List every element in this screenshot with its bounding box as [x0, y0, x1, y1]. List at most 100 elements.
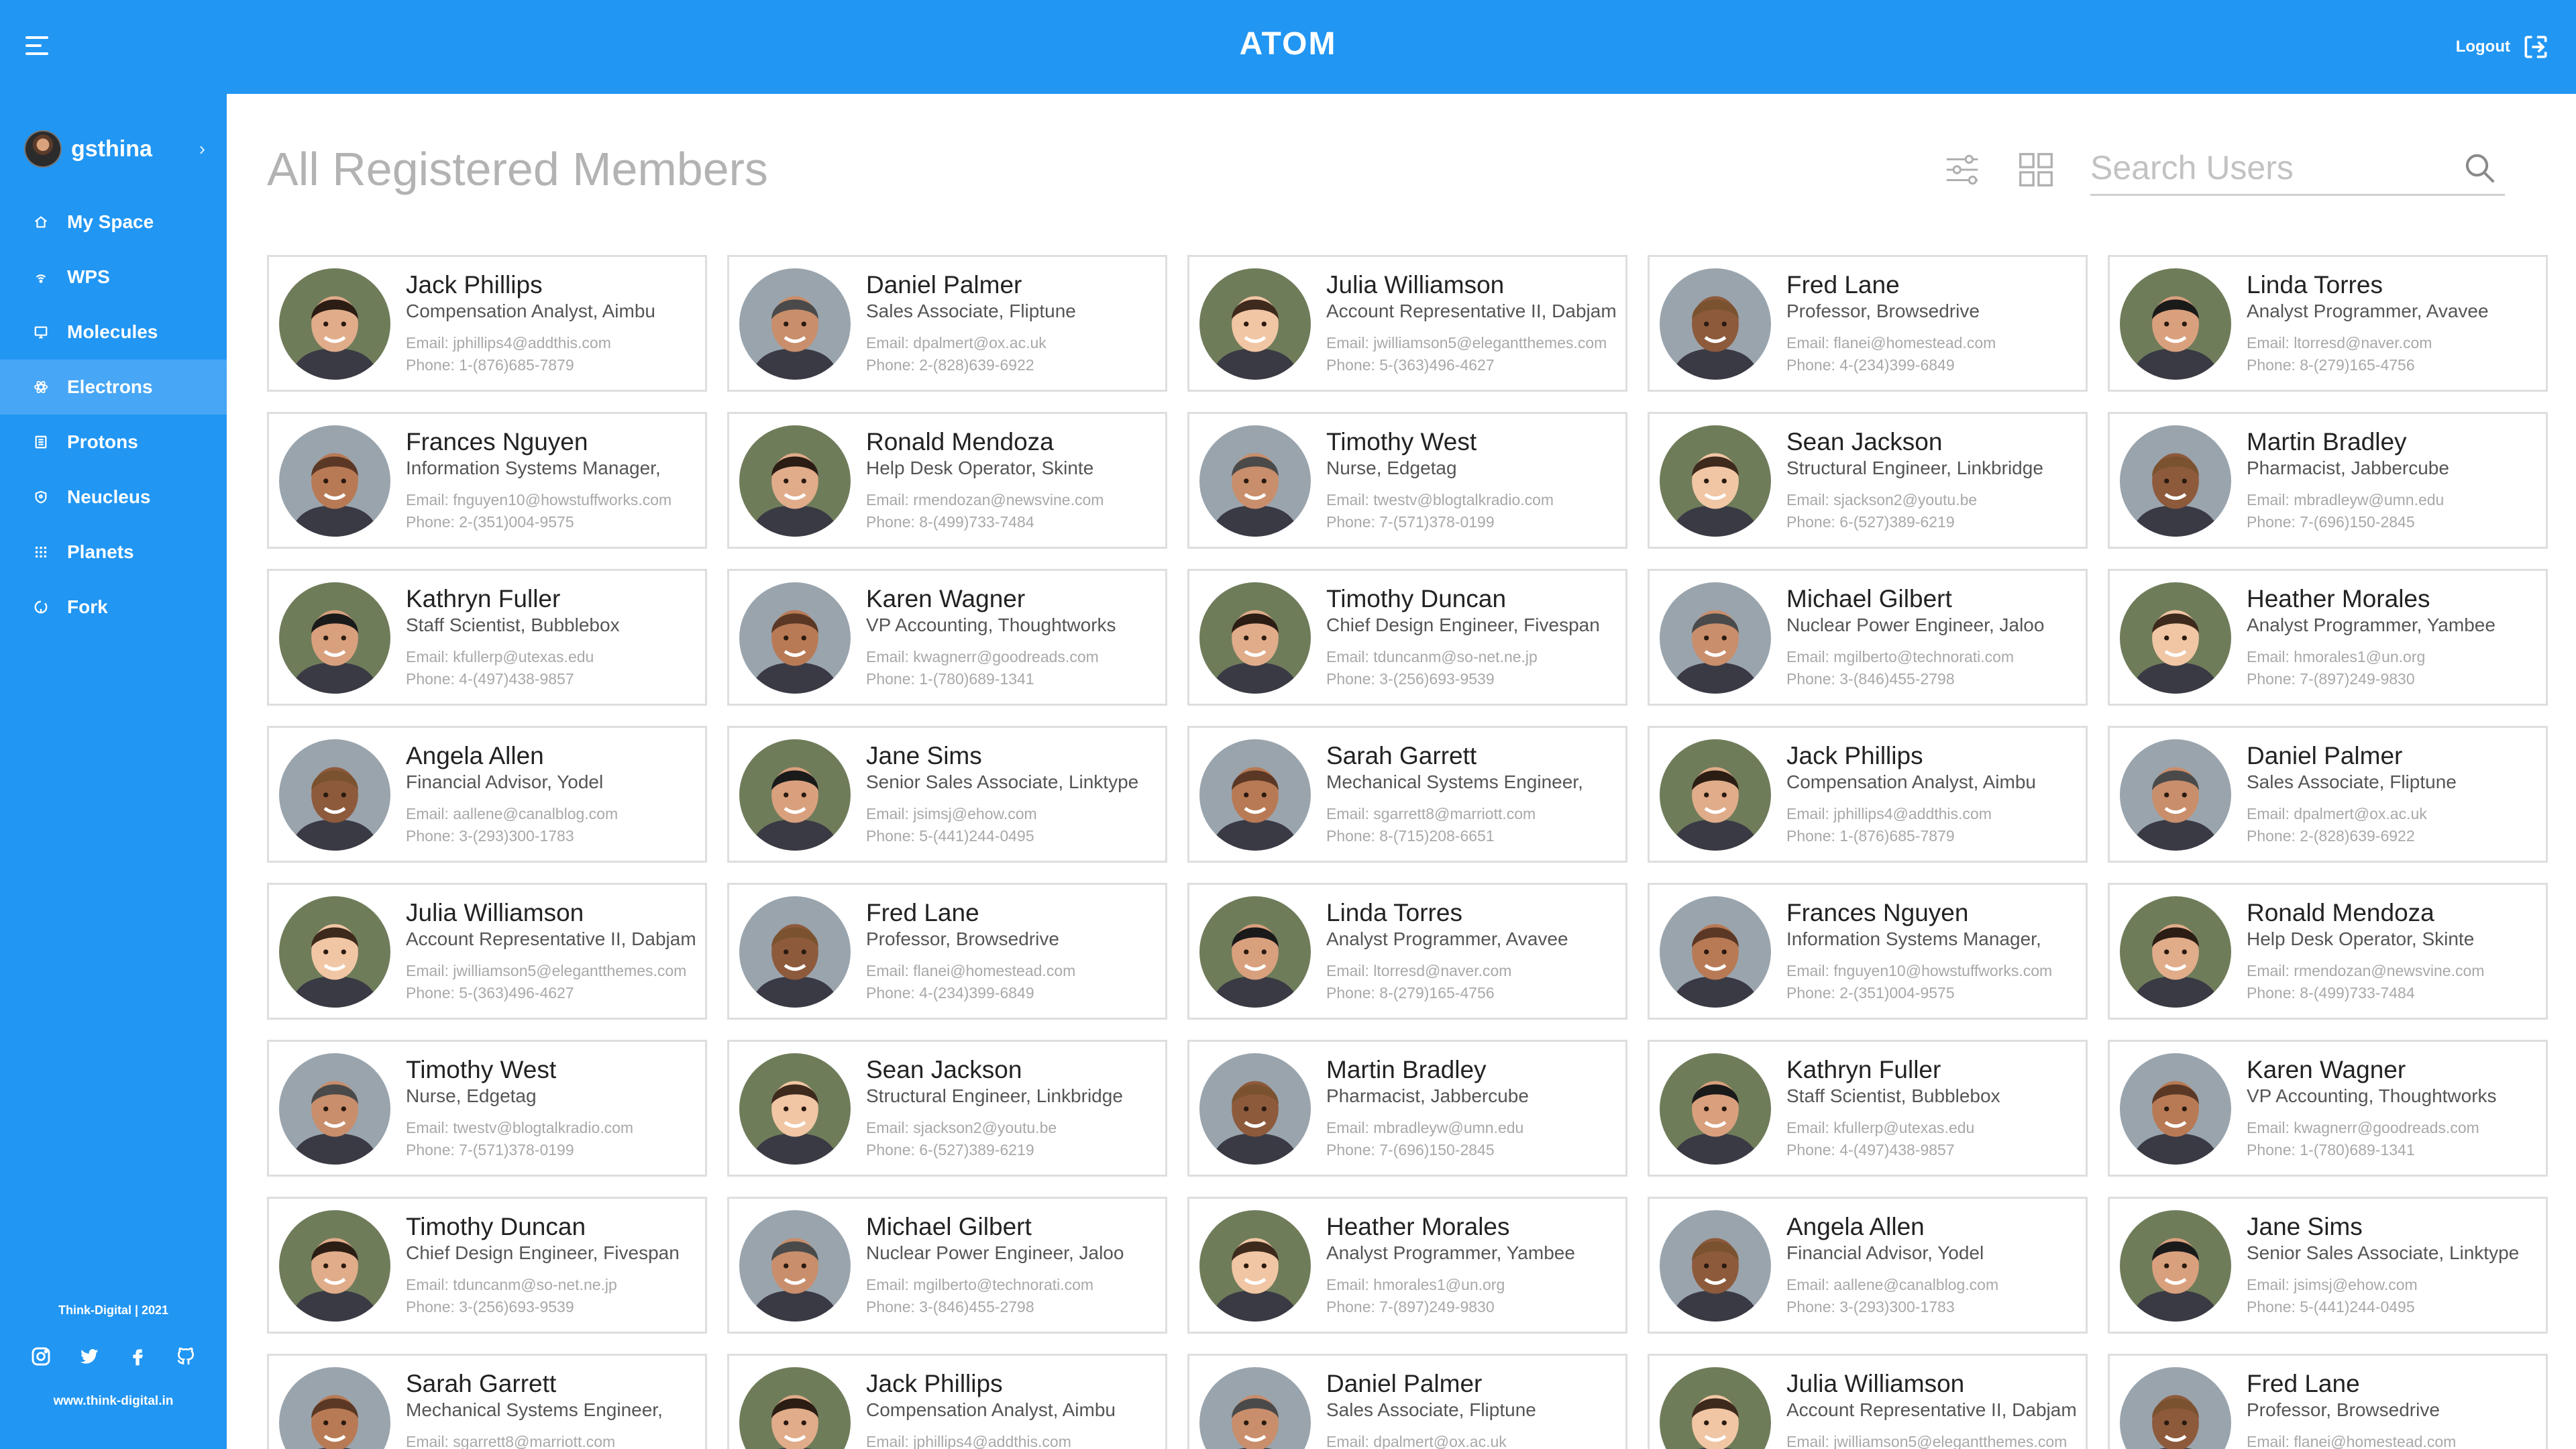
member-avatar — [1660, 896, 1771, 1008]
sidebar-item-label: Protons — [67, 431, 138, 452]
member-card[interactable]: Angela Allen Financial Advisor, Yodel Emai… — [267, 726, 707, 863]
member-card[interactable]: Michael Gilbert Nuclear Power Engineer, J… — [727, 1197, 1167, 1334]
member-card[interactable]: Martin Bradley Pharmacist, Jabbercube Emai… — [2108, 412, 2548, 549]
user-profile-toggle[interactable]: gsthina › — [24, 129, 205, 169]
member-card[interactable]: Karen Wagner VP Accounting, Thoughtworks E… — [2108, 1040, 2548, 1177]
member-card[interactable]: Kathryn Fuller Staff Scientist, Bubblebox… — [1648, 1040, 2088, 1177]
logout-button[interactable]: Logout — [2456, 32, 2551, 62]
member-card[interactable]: Daniel Palmer Sales Associate, Fliptune Em… — [2108, 726, 2548, 863]
member-role: Analyst Programmer, Yambee — [2247, 614, 2496, 635]
member-card[interactable]: Ronald Mendoza Help Desk Operator, Skinte… — [727, 412, 1167, 549]
sidebar-item-label: Molecules — [67, 321, 158, 342]
member-card[interactable]: Jane Sims Senior Sales Associate, Linktyp… — [2108, 1197, 2548, 1334]
member-card[interactable]: Jack Phillips Compensation Analyst, Aimbu… — [727, 1354, 1167, 1449]
member-card[interactable]: Fred Lane Professor, Browsedrive Email: fl… — [727, 883, 1167, 1020]
member-card[interactable]: Linda Torres Analyst Programmer, Avavee Em… — [2108, 255, 2548, 392]
member-avatar — [2120, 582, 2231, 694]
filter-sliders-icon[interactable] — [1941, 149, 1983, 191]
member-phone: Phone: 7-(571)378-0199 — [1326, 513, 1495, 531]
member-email: Email: flanei@homestead.com — [2247, 1433, 2457, 1449]
member-card[interactable]: Julia Williamson Account Representative I… — [1187, 255, 1627, 392]
github-icon[interactable] — [175, 1346, 197, 1367]
member-info: Angela Allen Financial Advisor, Yodel Emai… — [1786, 1212, 2082, 1318]
facebook-icon[interactable] — [127, 1346, 148, 1367]
page-title: All Registered Members — [267, 143, 768, 195]
sidebar-item-molecules[interactable]: Molecules — [0, 305, 227, 360]
member-card[interactable]: Jack Phillips Compensation Analyst, Aimbu… — [1648, 726, 2088, 863]
member-card[interactable]: Jane Sims Senior Sales Associate, Linktyp… — [727, 726, 1167, 863]
member-card[interactable]: Karen Wagner VP Accounting, Thoughtworks E… — [727, 569, 1167, 706]
member-info: Kathryn Fuller Staff Scientist, Bubblebox… — [1786, 1055, 2082, 1161]
chevron-right-icon: › — [199, 138, 205, 159]
member-email: Email: mgilberto@technorati.com — [866, 1276, 1094, 1293]
member-name: Sean Jackson — [1786, 428, 1943, 455]
member-info: Timothy Duncan Chief Design Engineer, Fiv… — [406, 1212, 701, 1318]
member-role: Staff Scientist, Bubblebox — [1786, 1085, 2000, 1106]
member-card[interactable]: Fred Lane Professor, Browsedrive Email: fl… — [2108, 1354, 2548, 1449]
member-phone: Phone: 3-(293)300-1783 — [1786, 1298, 1955, 1316]
member-card[interactable]: Julia Williamson Account Representative I… — [267, 883, 707, 1020]
member-avatar — [739, 425, 851, 537]
member-role: VP Accounting, Thoughtworks — [2247, 1085, 2497, 1106]
twitter-icon[interactable] — [78, 1346, 100, 1367]
member-name: Frances Nguyen — [1786, 899, 1969, 926]
member-avatar — [1199, 582, 1311, 694]
member-card[interactable]: Timothy West Nurse, Edgetag Email: twestv@… — [1187, 412, 1627, 549]
sidebar-item-neucleus[interactable]: Neucleus — [0, 470, 227, 525]
member-email: Email: sgarrett8@marriott.com — [406, 1433, 616, 1449]
member-card[interactable]: Timothy Duncan Chief Design Engineer, Fiv… — [267, 1197, 707, 1334]
member-card[interactable]: Daniel Palmer Sales Associate, Fliptune Em… — [727, 255, 1167, 392]
member-avatar — [1660, 739, 1771, 851]
member-card[interactable]: Sarah Garrett Mechanical Systems Engineer… — [1187, 726, 1627, 863]
grid-view-icon[interactable] — [2015, 149, 2057, 191]
member-email: Email: ltorresd@naver.com — [1326, 962, 1512, 979]
sidebar-item-protons[interactable]: Protons — [0, 415, 227, 470]
search-icon[interactable] — [2462, 150, 2498, 186]
member-card[interactable]: Ronald Mendoza Help Desk Operator, Skinte… — [2108, 883, 2548, 1020]
member-card[interactable]: Heather Morales Analyst Programmer, Yambe… — [2108, 569, 2548, 706]
member-info: Frances Nguyen Information Systems Manage… — [406, 427, 701, 533]
member-card[interactable]: Sean Jackson Structural Engineer, Linkbri… — [1648, 412, 2088, 549]
member-name: Fred Lane — [2247, 1370, 2360, 1397]
member-card[interactable]: Julia Williamson Account Representative I… — [1648, 1354, 2088, 1449]
member-card[interactable]: Sarah Garrett Mechanical Systems Engineer… — [267, 1354, 707, 1449]
member-card[interactable]: Angela Allen Financial Advisor, Yodel Emai… — [1648, 1197, 2088, 1334]
member-role: Compensation Analyst, Aimbu — [866, 1399, 1116, 1420]
sidebar-item-my-space[interactable]: My Space — [0, 195, 227, 250]
member-info: Sarah Garrett Mechanical Systems Engineer… — [406, 1369, 701, 1449]
sidebar-item-fork[interactable]: Fork — [0, 580, 227, 635]
member-email: Email: kwagnerr@goodreads.com — [866, 648, 1099, 665]
member-card[interactable]: Timothy Duncan Chief Design Engineer, Fiv… — [1187, 569, 1627, 706]
sidebar-item-planets[interactable]: Planets — [0, 525, 227, 580]
member-card[interactable]: Heather Morales Analyst Programmer, Yambe… — [1187, 1197, 1627, 1334]
member-avatar — [2120, 739, 2231, 851]
member-card[interactable]: Sean Jackson Structural Engineer, Linkbri… — [727, 1040, 1167, 1177]
member-card[interactable]: Frances Nguyen Information Systems Manage… — [1648, 883, 2088, 1020]
members-grid: Jack Phillips Compensation Analyst, Aimbu… — [267, 255, 2548, 1449]
member-name: Martin Bradley — [1326, 1056, 1487, 1083]
website-link[interactable]: www.think-digital.in — [0, 1394, 227, 1409]
member-email: Email: mgilberto@technorati.com — [1786, 648, 2015, 665]
member-card[interactable]: Daniel Palmer Sales Associate, Fliptune Em… — [1187, 1354, 1627, 1449]
member-card[interactable]: Linda Torres Analyst Programmer, Avavee Em… — [1187, 883, 1627, 1020]
member-card[interactable]: Fred Lane Professor, Browsedrive Email: fl… — [1648, 255, 2088, 392]
member-card[interactable]: Michael Gilbert Nuclear Power Engineer, J… — [1648, 569, 2088, 706]
sidebar-item-wps[interactable]: WPS — [0, 250, 227, 305]
search-input[interactable] — [2090, 142, 2453, 193]
member-role: Sales Associate, Fliptune — [2247, 771, 2457, 792]
instagram-icon[interactable] — [30, 1346, 52, 1367]
sidebar-item-electrons[interactable]: Electrons — [0, 360, 227, 415]
member-card[interactable]: Timothy West Nurse, Edgetag Email: twestv@… — [267, 1040, 707, 1177]
member-avatar — [739, 1210, 851, 1322]
member-phone: Phone: 8-(715)208-6651 — [1326, 827, 1495, 845]
member-avatar — [1660, 425, 1771, 537]
member-info: Kathryn Fuller Staff Scientist, Bubblebox… — [406, 584, 701, 690]
member-role: Help Desk Operator, Skinte — [2247, 928, 2475, 949]
member-avatar — [1199, 1210, 1311, 1322]
member-card[interactable]: Frances Nguyen Information Systems Manage… — [267, 412, 707, 549]
member-avatar — [2120, 1210, 2231, 1322]
member-avatar — [1199, 425, 1311, 537]
member-card[interactable]: Martin Bradley Pharmacist, Jabbercube Emai… — [1187, 1040, 1627, 1177]
member-card[interactable]: Kathryn Fuller Staff Scientist, Bubblebox… — [267, 569, 707, 706]
member-card[interactable]: Jack Phillips Compensation Analyst, Aimbu… — [267, 255, 707, 392]
